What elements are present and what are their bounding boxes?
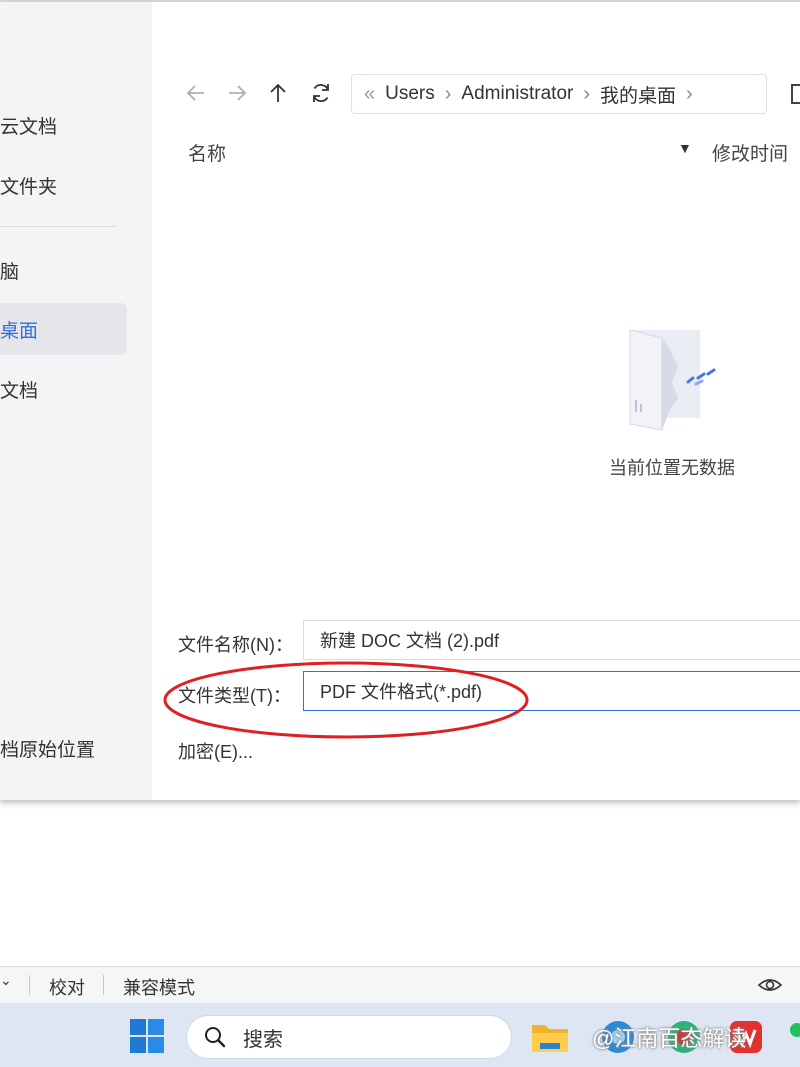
file-explorer-icon[interactable] xyxy=(531,1021,569,1053)
sidebar: 云文档 文件夹 脑 桌面 文档 档原始位置 xyxy=(0,2,152,800)
search-placeholder: 搜索 xyxy=(243,1028,283,1051)
back-button[interactable] xyxy=(179,76,213,110)
status-dot xyxy=(790,1023,800,1037)
filetype-label: 文件类型(T)： xyxy=(178,686,291,706)
address-bar[interactable]: « Users › Administrator › 我的桌面 › xyxy=(351,74,767,114)
compat-mode-label: 兼容模式 xyxy=(123,978,195,998)
refresh-icon xyxy=(313,84,329,102)
sidebar-item-label: 脑 xyxy=(0,261,20,283)
sidebar-item-folder[interactable]: 文件夹 xyxy=(0,159,127,211)
sidebar-item-documents[interactable]: 文档 xyxy=(0,363,127,415)
chevron-right-icon: › xyxy=(583,82,591,105)
column-header-name[interactable]: 名称 xyxy=(188,139,226,166)
breadcrumb-item-users[interactable]: Users xyxy=(385,83,435,105)
taskbar-search[interactable]: 搜索 xyxy=(186,1015,512,1059)
main-pane: « Users › Administrator › 我的桌面 › 名称 ▼ 修改… xyxy=(152,2,800,800)
filename-input[interactable]: 新建 DOC 文档 (2).pdf xyxy=(303,620,800,660)
eye-icon[interactable] xyxy=(757,975,783,995)
arrow-up-icon xyxy=(270,83,286,102)
arrow-right-icon xyxy=(229,85,247,101)
chevron-right-icon: › xyxy=(444,82,452,105)
sort-down-icon[interactable]: ▼ xyxy=(678,140,692,156)
save-dialog: 云文档 文件夹 脑 桌面 文档 档原始位置 « Users › Administ… xyxy=(0,2,800,800)
sidebar-item-label: 文件夹 xyxy=(0,176,58,198)
sidebar-item-computer[interactable]: 脑 xyxy=(0,244,127,296)
up-button[interactable] xyxy=(261,76,295,110)
filename-label: 文件名称(N)： xyxy=(178,635,293,655)
sidebar-item-label: 桌面 xyxy=(0,320,39,342)
filename-value: 新建 DOC 文档 (2).pdf xyxy=(320,631,500,651)
sidebar-item-label: 档原始位置 xyxy=(0,739,96,761)
sidebar-divider xyxy=(0,226,117,227)
forward-button[interactable] xyxy=(220,76,254,110)
status-divider xyxy=(29,975,30,995)
status-bar: ⌄ 校对 兼容模式 xyxy=(0,966,800,1003)
taskbar: 搜索 @江南百态解读 xyxy=(0,1003,800,1067)
sidebar-item-desktop[interactable]: 桌面 xyxy=(0,303,127,355)
filetype-value: PDF 文件格式(*.pdf) xyxy=(320,682,483,702)
breadcrumb-item-desktop[interactable]: 我的桌面 xyxy=(600,81,676,108)
status-divider xyxy=(103,975,104,995)
chevron-right-icon[interactable]: › xyxy=(686,83,693,106)
sidebar-item-label: 文档 xyxy=(0,380,39,402)
sidebar-item-label: 云文档 xyxy=(0,116,58,138)
search-icon xyxy=(205,1027,226,1048)
proofread-button[interactable]: 校对 xyxy=(49,974,85,1000)
filetype-select[interactable]: PDF 文件格式(*.pdf) xyxy=(303,671,800,711)
sidebar-item-original-location[interactable]: 档原始位置 xyxy=(0,722,127,774)
watermark: @江南百态解读 xyxy=(592,1026,747,1051)
encrypt-button[interactable]: 加密(E)... xyxy=(178,738,253,764)
breadcrumb-item-administrator[interactable]: Administrator xyxy=(461,83,573,105)
chevron-down-icon[interactable]: ⌄ xyxy=(0,972,12,989)
sidebar-item-cloud-docs[interactable]: 云文档 xyxy=(0,99,127,151)
arrow-left-icon xyxy=(186,85,204,101)
refresh-button[interactable] xyxy=(304,76,338,110)
empty-folder-icon xyxy=(629,329,716,431)
windows-start-icon[interactable] xyxy=(130,1019,164,1053)
column-header-modified[interactable]: 修改时间 xyxy=(712,139,788,166)
empty-state-message: 当前位置无数据 xyxy=(609,458,735,478)
new-folder-icon[interactable] xyxy=(791,84,800,104)
breadcrumb-overflow[interactable]: « xyxy=(364,83,375,106)
